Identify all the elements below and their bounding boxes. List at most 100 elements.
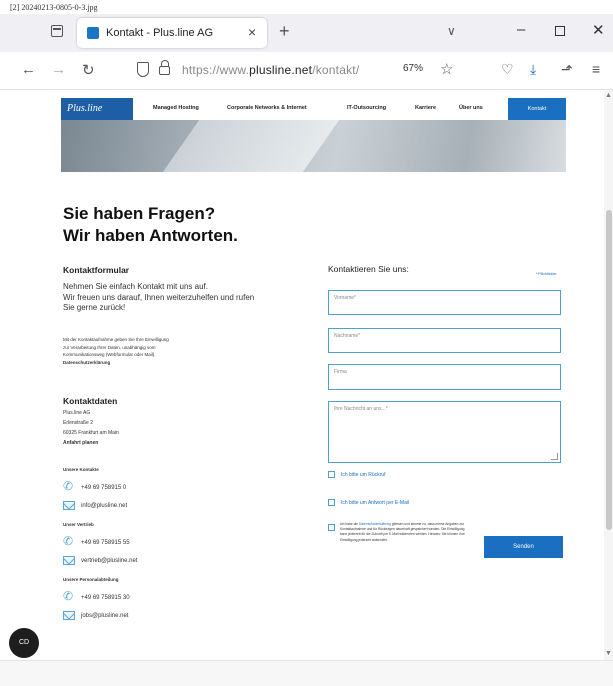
phone-icon bbox=[63, 479, 75, 493]
nav-managed-hosting[interactable]: Managed Hosting bbox=[153, 105, 199, 111]
mail-icon bbox=[63, 611, 75, 620]
contact-form-heading: Kontaktformular bbox=[63, 265, 130, 275]
phone-icon bbox=[63, 534, 75, 548]
url-text[interactable]: https://www.plusline.net/kontakt/ bbox=[182, 63, 359, 77]
general-mail[interactable]: info@plusline.net bbox=[81, 503, 127, 509]
scroll-up-icon[interactable]: ▲ bbox=[605, 92, 612, 99]
callback-label[interactable]: Ich bitte um Rückruf bbox=[341, 472, 385, 478]
general-phone[interactable]: +49 69 758915 0 bbox=[81, 485, 126, 491]
chevron-down-icon[interactable]: ∨ bbox=[447, 24, 456, 38]
nav-it-outsourcing[interactable]: IT-Outsourcing bbox=[347, 105, 386, 111]
hero-image bbox=[61, 120, 566, 172]
callback-checkbox[interactable] bbox=[328, 471, 335, 478]
headline-line-1: Sie haben Fragen? bbox=[63, 204, 216, 223]
consent-privacy-link[interactable]: Datenschutzerklärung bbox=[359, 522, 391, 526]
intro-line-1: Nehmen Sie einfach Kontakt mit uns auf. bbox=[63, 282, 208, 291]
firstname-field[interactable]: Vorname* bbox=[328, 290, 561, 315]
email-reply-label[interactable]: Ich bitte um Antwort per E-Mail bbox=[341, 500, 409, 506]
tab-title: Kontakt - Plus.line AG bbox=[106, 27, 213, 39]
tab-kontakt[interactable]: Kontakt - Plus.line AG × bbox=[77, 18, 267, 48]
site-logo[interactable]: Plus.line bbox=[61, 98, 133, 120]
hr-mail[interactable]: jobs@plusline.net bbox=[81, 613, 128, 619]
required-hint: * Pflichtfelder bbox=[536, 272, 557, 276]
intro-text: Nehmen Sie einfach Kontakt mit uns auf. … bbox=[63, 282, 293, 314]
navigation-toolbar: ← → ↻ https://www.plusline.net/kontakt/ … bbox=[0, 52, 613, 90]
address-block: Plus.line AG Erlenstraße 2 60325 Frankfu… bbox=[63, 408, 119, 448]
privacy-line-3: Kommunikationsweg (Webformular oder Mail… bbox=[63, 352, 156, 357]
privacy-line-2: zur Verarbeitung Ihrer Daten, unabhängig… bbox=[63, 344, 156, 350]
shield-icon[interactable] bbox=[137, 62, 149, 77]
hr-phone[interactable]: +49 69 758915 30 bbox=[81, 595, 130, 601]
intro-line-3: Sie gerne zurück! bbox=[63, 303, 126, 312]
scrollbar[interactable]: ▲ ▼ bbox=[604, 90, 613, 660]
street-address: Erlenstraße 2 bbox=[63, 420, 94, 426]
forward-button[interactable]: → bbox=[51, 61, 66, 78]
sales-phone[interactable]: +49 69 758915 55 bbox=[81, 540, 130, 546]
privacy-note: Mit der Kontaktaufnahme geben Sie Ihre E… bbox=[63, 336, 243, 366]
hr-mail-row[interactable]: jobs@plusline.net bbox=[63, 611, 128, 620]
privacy-line-1: Mit der Kontaktaufnahme geben Sie Ihre E… bbox=[63, 337, 169, 342]
bookmark-star-icon[interactable]: ☆ bbox=[440, 60, 453, 78]
email-reply-option[interactable]: Ich bitte um Antwort per E-Mail bbox=[328, 499, 409, 506]
hr-phone-row[interactable]: +49 69 758915 30 bbox=[63, 589, 130, 603]
close-window-button[interactable]: ✕ bbox=[592, 21, 605, 39]
sales-mail-row[interactable]: vertrieb@plusline.net bbox=[63, 556, 137, 565]
back-button[interactable]: ← bbox=[21, 61, 36, 78]
headline-line-2: Wir haben Antworten. bbox=[63, 226, 238, 245]
company-field[interactable]: Firma bbox=[328, 364, 561, 390]
download-icon[interactable]: ⤓ bbox=[530, 61, 536, 78]
message-placeholder: Ihre Nachricht an uns...* bbox=[334, 406, 388, 412]
cookie-settings-button[interactable]: CD bbox=[9, 628, 39, 658]
page-viewport: Plus.line Managed Hosting Corporate Netw… bbox=[6, 90, 604, 660]
general-mail-row[interactable]: info@plusline.net bbox=[63, 501, 127, 510]
tab-list-icon[interactable] bbox=[51, 25, 63, 37]
kontakt-cta-button[interactable]: Kontakt bbox=[508, 98, 566, 120]
url-bar[interactable]: https://www.plusline.net/kontakt/ 67% ☆ bbox=[128, 58, 465, 84]
hr-contact-label: Unsere Personalabteilung bbox=[63, 577, 119, 582]
zoom-level[interactable]: 67% bbox=[403, 63, 423, 74]
sales-contact-label: Unser Vertrieb bbox=[63, 522, 94, 527]
menu-icon[interactable]: ≡ bbox=[592, 61, 600, 77]
contact-data-heading: Kontaktdaten bbox=[63, 396, 118, 406]
sales-mail[interactable]: vertrieb@plusline.net bbox=[81, 558, 137, 564]
tab-bar: Kontakt - Plus.line AG × + ∨ – ✕ bbox=[0, 14, 613, 52]
reload-button[interactable]: ↻ bbox=[82, 61, 95, 79]
general-phone-row[interactable]: +49 69 758915 0 bbox=[63, 479, 126, 493]
privacy-policy-link[interactable]: Datenschutzerklärung bbox=[63, 359, 243, 367]
nav-ueber-uns[interactable]: Über uns bbox=[459, 105, 483, 111]
general-contact-label: Unsere Kontakte bbox=[63, 467, 99, 472]
company-name: Plus.line AG bbox=[63, 410, 91, 416]
screenshot-filename: [2] 20240213-0805-0-3.jpg bbox=[10, 3, 98, 12]
minimize-button[interactable]: – bbox=[517, 21, 525, 38]
close-tab-icon[interactable]: × bbox=[248, 24, 256, 40]
status-bar bbox=[0, 660, 613, 686]
submit-button[interactable]: Senden bbox=[484, 536, 563, 558]
form-title: Kontaktieren Sie uns: bbox=[328, 264, 409, 274]
consent-checkbox[interactable] bbox=[328, 524, 335, 531]
consent-text-start: Ich habe die bbox=[340, 522, 358, 526]
phone-icon bbox=[63, 589, 75, 603]
nav-corporate-networks[interactable]: Corporate Networks & Internet bbox=[227, 105, 307, 111]
intro-line-2: Wir freuen uns darauf, Ihnen weiterzuhel… bbox=[63, 292, 255, 302]
scrollbar-thumb[interactable] bbox=[606, 210, 612, 530]
message-textarea[interactable]: Ihre Nachricht an uns...* bbox=[328, 401, 561, 463]
resize-handle-icon[interactable] bbox=[551, 453, 558, 460]
mail-icon bbox=[63, 501, 75, 510]
maximize-button[interactable] bbox=[555, 26, 565, 36]
directions-link[interactable]: Anfahrt planen bbox=[63, 438, 119, 448]
pocket-icon[interactable]: ♡ bbox=[501, 61, 514, 78]
scroll-down-icon[interactable]: ▼ bbox=[605, 650, 612, 657]
email-reply-checkbox[interactable] bbox=[328, 499, 335, 506]
favicon-icon bbox=[87, 27, 99, 39]
lastname-field[interactable]: Nachname* bbox=[328, 328, 561, 353]
extensions-icon[interactable]: ⬏ bbox=[561, 61, 573, 78]
lock-icon[interactable] bbox=[159, 60, 170, 75]
sales-phone-row[interactable]: +49 69 758915 55 bbox=[63, 534, 130, 548]
mail-icon bbox=[63, 556, 75, 565]
new-tab-button[interactable]: + bbox=[279, 21, 290, 42]
city-address: 60325 Frankfurt am Main bbox=[63, 430, 119, 436]
callback-option[interactable]: Ich bitte um Rückruf bbox=[328, 471, 385, 478]
consent-text: Ich habe die Datenschutzerklärung gelese… bbox=[340, 522, 472, 543]
nav-karriere[interactable]: Karriere bbox=[415, 105, 436, 111]
page-title: Sie haben Fragen? Wir haben Antworten. bbox=[63, 203, 238, 247]
